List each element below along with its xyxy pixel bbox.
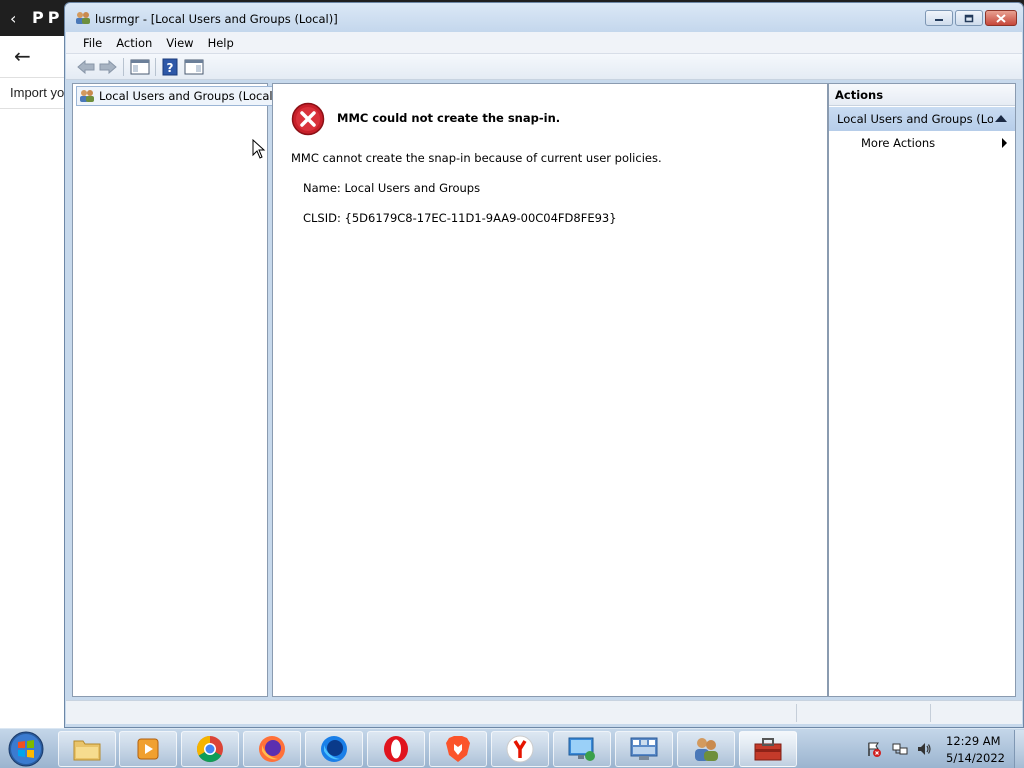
folder-icon xyxy=(73,740,101,761)
back-button[interactable] xyxy=(76,57,96,77)
close-icon xyxy=(996,13,1006,23)
taskbar-toolbox[interactable] xyxy=(739,731,797,767)
minimize-button[interactable] xyxy=(925,10,953,26)
console-tree-icon xyxy=(130,59,150,75)
taskbar-firefox-developer[interactable] xyxy=(305,731,363,767)
svg-text:?: ? xyxy=(167,61,174,75)
menu-view[interactable]: View xyxy=(159,36,200,50)
taskbar-media-player[interactable] xyxy=(119,731,177,767)
snapin-clsid: CLSID: {5D6179C8-17EC-11D1-9AA9-00C04FD8… xyxy=(303,211,617,225)
media-player-icon xyxy=(137,738,159,760)
control-panel-icon xyxy=(630,737,658,760)
tree-item-label: Local Users and Groups (Local) xyxy=(99,89,278,103)
help-icon: ? xyxy=(162,58,178,76)
show-hide-action-pane-button[interactable] xyxy=(183,57,205,77)
back-arrow-icon[interactable]: ← xyxy=(14,44,31,68)
menu-action[interactable]: Action xyxy=(109,36,159,50)
snapin-name: Name: Local Users and Groups xyxy=(303,181,481,195)
actions-header: Actions xyxy=(829,84,1015,106)
window-controls xyxy=(925,10,1017,26)
taskbar-users-manager[interactable] xyxy=(677,731,735,767)
mouse-cursor-icon xyxy=(252,139,266,159)
console-tree-pane: Local Users and Groups (Local) xyxy=(72,83,283,697)
action-pane-icon xyxy=(184,59,204,75)
result-pane: MMC could not create the snap-in. MMC ca… xyxy=(272,83,828,697)
toolbox-icon xyxy=(754,738,782,761)
help-button[interactable]: ? xyxy=(160,57,180,77)
divider xyxy=(0,108,66,109)
taskbar: 12:29 AM 5/14/2022 xyxy=(0,728,1024,768)
tree-item-local-users-and-groups[interactable]: Local Users and Groups (Local) xyxy=(76,86,283,106)
import-text: Import yo xyxy=(10,85,65,100)
chrome-icon xyxy=(196,735,223,763)
users-icon xyxy=(695,738,718,761)
error-message: MMC cannot create the snap-in because of… xyxy=(291,151,662,165)
more-actions-item[interactable]: More Actions xyxy=(829,132,1015,154)
action-center-flag-icon[interactable] xyxy=(866,741,882,757)
window-title: lusrmgr - [Local Users and Groups (Local… xyxy=(95,12,338,26)
taskbar-file-explorer[interactable] xyxy=(58,731,116,767)
actions-group-header[interactable]: Local Users and Groups (Lo... xyxy=(829,107,1015,131)
show-desktop-button[interactable] xyxy=(1014,730,1024,768)
taskbar-brave[interactable] xyxy=(429,731,487,767)
forward-button[interactable] xyxy=(98,57,118,77)
show-hide-console-tree-button[interactable] xyxy=(129,57,151,77)
taskbar-opera[interactable] xyxy=(367,731,425,767)
toolbar: ? xyxy=(66,54,1022,80)
status-bar xyxy=(66,700,1022,724)
status-separator xyxy=(930,704,931,722)
status-separator xyxy=(796,704,797,722)
close-button[interactable] xyxy=(985,10,1017,26)
client-area: Local Users and Groups (Local) MMC could… xyxy=(72,83,1016,697)
windows-start-icon xyxy=(8,731,44,767)
chevron-left-icon[interactable]: ‹ xyxy=(10,9,16,28)
menu-file[interactable]: File xyxy=(76,36,109,50)
minimize-icon xyxy=(935,19,943,21)
brave-icon xyxy=(446,736,470,762)
start-button[interactable] xyxy=(6,731,46,767)
back-arrow-icon xyxy=(77,60,95,74)
toolbar-separator xyxy=(123,58,124,76)
clock-date[interactable]: 5/14/2022 xyxy=(946,751,1005,765)
forward-arrow-icon xyxy=(99,60,117,74)
menu-help[interactable]: Help xyxy=(201,36,241,50)
error-icon xyxy=(291,102,325,136)
title-bar[interactable]: lusrmgr - [Local Users and Groups (Local… xyxy=(65,3,1023,33)
mmc-window: lusrmgr - [Local Users and Groups (Local… xyxy=(64,2,1024,728)
taskbar-control-panel[interactable] xyxy=(615,731,673,767)
restore-button[interactable] xyxy=(955,10,983,26)
submenu-arrow-icon xyxy=(1002,138,1007,148)
firefox-icon xyxy=(259,736,285,762)
menu-bar: File Action View Help xyxy=(66,32,1022,54)
opera-icon xyxy=(384,736,408,762)
network-icon[interactable] xyxy=(892,741,908,757)
clock-time[interactable]: 12:29 AM xyxy=(946,734,1001,748)
browser-logo: PP xyxy=(32,8,64,27)
actions-pane: Actions Local Users and Groups (Lo... Mo… xyxy=(828,83,1016,697)
taskbar-remote-desktop[interactable] xyxy=(553,731,611,767)
taskbar-firefox[interactable] xyxy=(243,731,301,767)
remote-desktop-icon xyxy=(568,737,595,761)
taskbar-yandex[interactable] xyxy=(491,731,549,767)
error-title: MMC could not create the snap-in. xyxy=(337,111,561,125)
volume-icon[interactable] xyxy=(916,741,932,757)
yandex-icon xyxy=(506,735,534,763)
users-group-icon xyxy=(80,90,94,102)
firefox-developer-icon xyxy=(321,736,347,762)
actions-group-label: Local Users and Groups (Lo... xyxy=(837,112,993,126)
restore-icon xyxy=(964,14,974,22)
toolbar-separator xyxy=(155,58,156,76)
collapse-arrow-icon[interactable] xyxy=(995,115,1007,122)
taskbar-chrome[interactable] xyxy=(181,731,239,767)
users-app-icon xyxy=(76,12,90,24)
more-actions-label: More Actions xyxy=(861,136,936,150)
